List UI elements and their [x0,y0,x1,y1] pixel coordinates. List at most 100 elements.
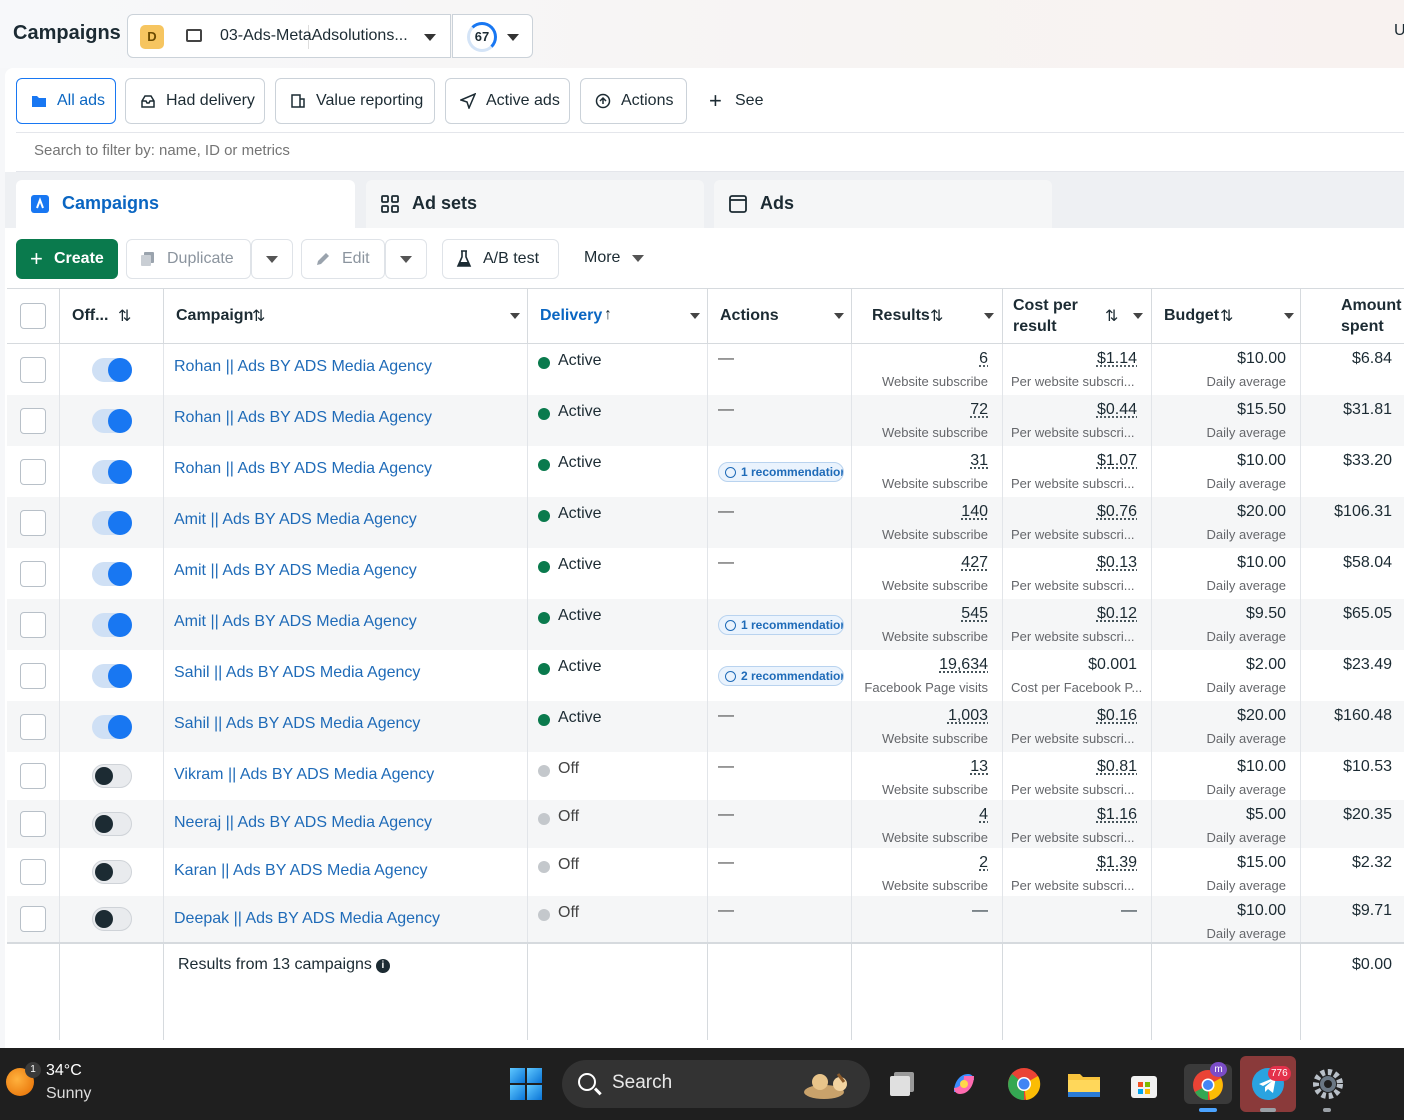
row-checkbox[interactable] [20,561,46,587]
table-row[interactable]: Amit || Ads BY ADS Media Agency Active — 14… [7,497,1404,548]
chevron-down-icon[interactable] [834,313,844,319]
cost-per-result-value[interactable]: $0.13 [1097,554,1137,572]
cost-per-result-value[interactable]: $1.07 [1097,452,1137,470]
recommendation-badge[interactable]: 2 recommendations [718,666,844,686]
row-checkbox[interactable] [20,859,46,885]
campaign-toggle[interactable] [92,907,132,931]
table-row[interactable]: Rohan || Ads BY ADS Media Agency Active — 7… [7,395,1404,446]
chevron-down-icon[interactable] [1284,313,1294,319]
settings-gear-icon[interactable] [1308,1064,1348,1104]
table-row[interactable]: Vikram || Ads BY ADS Media Agency Off — 13 W… [7,752,1404,800]
row-checkbox[interactable] [20,357,46,383]
filter-value-reporting[interactable]: Value reporting [275,78,435,124]
cost-per-result-value[interactable]: $0.81 [1097,758,1137,776]
campaign-name-link[interactable]: Rohan || Ads BY ADS Media Agency [174,358,432,376]
campaign-toggle[interactable] [92,511,132,535]
campaign-toggle[interactable] [92,613,132,637]
campaign-name-link[interactable]: Karan || Ads BY ADS Media Agency [174,862,428,880]
info-icon[interactable]: i [375,959,390,973]
header-off-on[interactable]: Off... ⇅ [60,289,164,345]
cost-per-result-value[interactable]: $1.16 [1097,806,1137,824]
row-checkbox[interactable] [20,714,46,740]
microsoft-store-icon[interactable] [1124,1064,1164,1104]
results-value[interactable]: 13 [970,758,988,776]
campaign-toggle[interactable] [92,460,132,484]
cost-per-result-value[interactable]: $1.14 [1097,350,1137,368]
sort-icon[interactable]: ⇅ [252,306,265,326]
header-budget[interactable]: Budget ⇅ [1152,289,1301,345]
results-value[interactable]: 31 [970,452,988,470]
chrome-icon[interactable] [1004,1064,1044,1104]
tab-ads[interactable]: Ads [714,180,1052,228]
weather-temp[interactable]: 34°C [46,1062,82,1080]
table-row[interactable]: Rohan || Ads BY ADS Media Agency Active — 6… [7,344,1404,395]
table-row[interactable]: Amit || Ads BY ADS Media Agency Active 1 r… [7,599,1404,650]
results-value[interactable]: 1,003 [948,707,988,725]
edit-button[interactable]: Edit [301,239,385,279]
create-button[interactable]: + Create [16,239,118,279]
cost-per-result-value[interactable]: $1.39 [1097,854,1137,872]
campaign-name-link[interactable]: Amit || Ads BY ADS Media Agency [174,562,417,580]
chevron-down-icon[interactable] [1133,313,1143,319]
results-value[interactable]: 19,634 [939,656,988,674]
table-row[interactable]: Deepak || Ads BY ADS Media Agency Off — — — $… [7,896,1404,942]
results-value[interactable]: 140 [961,503,988,521]
row-checkbox[interactable] [20,612,46,638]
sort-icon[interactable]: ⇅ [930,306,943,326]
campaign-name-link[interactable]: Rohan || Ads BY ADS Media Agency [174,409,432,427]
cost-per-result-value[interactable]: $0.44 [1097,401,1137,419]
table-row[interactable]: Karan || Ads BY ADS Media Agency Off — 2 Web… [7,848,1404,896]
campaign-toggle[interactable] [92,409,132,433]
header-amount-spent[interactable]: Amount spent [1301,289,1404,345]
results-value[interactable]: 427 [961,554,988,572]
campaign-name-link[interactable]: Deepak || Ads BY ADS Media Agency [174,910,440,928]
chevron-down-icon[interactable] [510,313,520,319]
campaign-name-link[interactable]: Amit || Ads BY ADS Media Agency [174,613,417,631]
row-checkbox[interactable] [20,663,46,689]
tab-ad-sets[interactable]: Ad sets [366,180,704,228]
campaign-name-link[interactable]: Neeraj || Ads BY ADS Media Agency [174,814,432,832]
filter-actions[interactable]: Actions [580,78,687,124]
header-cost-per-result[interactable]: Cost per result ⇅ [1003,289,1152,345]
header-results[interactable]: Results ⇅ [852,289,1003,345]
ab-test-button[interactable]: A/B test [442,239,559,279]
table-row[interactable]: Neeraj || Ads BY ADS Media Agency Off — 4 We… [7,800,1404,848]
campaign-toggle[interactable] [92,812,132,836]
row-checkbox[interactable] [20,408,46,434]
more-button[interactable]: More [571,239,661,279]
filter-active-ads[interactable]: Active ads [445,78,570,124]
campaign-name-link[interactable]: Amit || Ads BY ADS Media Agency [174,511,417,529]
duplicate-dropdown[interactable] [251,239,293,279]
results-value[interactable]: 72 [970,401,988,419]
file-explorer-icon[interactable] [1064,1064,1104,1104]
campaign-name-link[interactable]: Vikram || Ads BY ADS Media Agency [174,766,434,784]
campaign-name-link[interactable]: Sahil || Ads BY ADS Media Agency [174,664,420,682]
row-checkbox[interactable] [20,763,46,789]
header-actions[interactable]: Actions [708,289,852,345]
edit-dropdown[interactable] [385,239,427,279]
task-view-icon[interactable] [884,1064,924,1104]
chevron-down-icon[interactable] [690,313,700,319]
select-all-checkbox[interactable] [20,303,46,329]
cost-per-result-value[interactable]: $0.76 [1097,503,1137,521]
results-value[interactable]: 545 [961,605,988,623]
taskbar-search[interactable]: Search [562,1060,870,1108]
sort-icon[interactable]: ⇅ [118,306,131,326]
ad-account-selector[interactable]: D 03-Ads-MetaAdsolutions... [127,14,451,58]
campaign-toggle[interactable] [92,664,132,688]
tab-campaigns[interactable]: Campaigns [16,180,355,228]
weather-condition[interactable]: Sunny [46,1085,91,1103]
copilot-icon[interactable] [944,1064,984,1104]
campaign-toggle[interactable] [92,562,132,586]
telegram-icon[interactable] [1240,1056,1296,1112]
table-row[interactable]: Amit || Ads BY ADS Media Agency Active — 42… [7,548,1404,599]
cost-per-result-value[interactable]: $0.12 [1097,605,1137,623]
row-checkbox[interactable] [20,906,46,932]
recommendation-badge[interactable]: 1 recommendation [718,462,844,482]
see-more-button[interactable]: + See more [709,78,771,155]
campaign-toggle[interactable] [92,358,132,382]
header-campaign[interactable]: Campaign ⇅ [164,289,528,345]
header-delivery[interactable]: Delivery ↑ [528,289,708,345]
table-row[interactable]: Rohan || Ads BY ADS Media Agency Active 1 … [7,446,1404,497]
sort-ascending-icon[interactable]: ↑ [604,306,612,324]
